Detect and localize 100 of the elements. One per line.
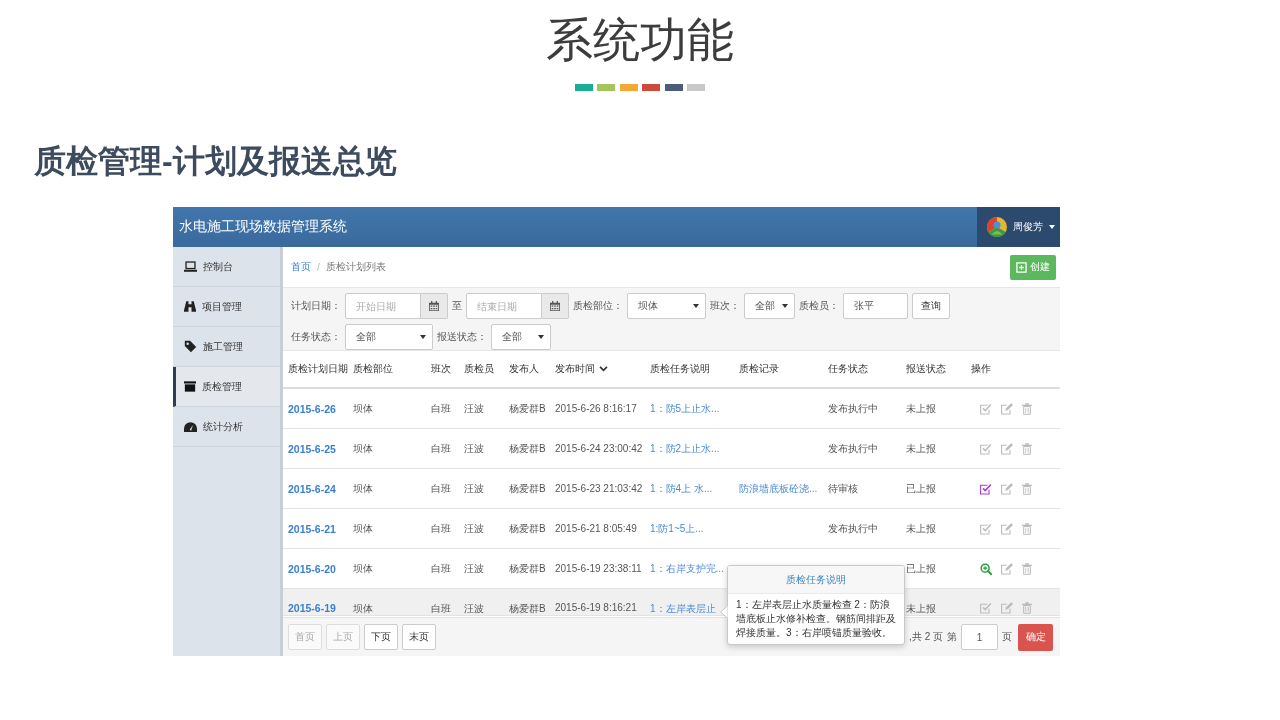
caret-icon xyxy=(420,335,426,339)
edit-icon[interactable] xyxy=(1001,522,1013,535)
table-cell: 已上报 xyxy=(906,481,936,496)
table-cell: 坝体 xyxy=(353,481,373,496)
table-cell: 坝体 xyxy=(353,602,373,616)
edit-icon[interactable] xyxy=(1001,402,1013,415)
trash-icon[interactable] xyxy=(1022,482,1032,495)
trash-icon[interactable] xyxy=(1022,522,1032,535)
breadcrumb-separator: / xyxy=(317,261,320,273)
dropdown[interactable]: 全部 xyxy=(744,293,795,319)
table-cell: 已上报 xyxy=(906,561,936,576)
date-link[interactable]: 2015-6-19 xyxy=(288,602,336,614)
popover-title: 质检任务说明 xyxy=(728,566,904,594)
trash-icon[interactable] xyxy=(1022,442,1032,455)
check-square-icon[interactable] xyxy=(980,442,992,455)
query-button[interactable]: 查询 xyxy=(912,293,950,319)
dropdown[interactable]: 全部 xyxy=(491,324,551,350)
breadcrumb-link[interactable]: 首页 xyxy=(291,260,311,274)
check-square-icon[interactable] xyxy=(980,522,992,535)
page-button[interactable]: 末页 xyxy=(402,624,436,650)
zoom-in-icon[interactable] xyxy=(980,562,992,575)
sidebar-item[interactable]: 统计分析 xyxy=(173,407,280,447)
table-cell: 坝体 xyxy=(353,561,373,576)
table-cell: 白班 xyxy=(431,602,451,616)
table-cell: 坝体 xyxy=(353,441,373,456)
calendar-icon xyxy=(429,301,439,311)
page-button[interactable]: 下页 xyxy=(364,624,398,650)
task-link[interactable]: 1：防5上止水... xyxy=(650,401,720,416)
column-header: 质检任务说明 xyxy=(650,362,710,376)
edit-icon[interactable] xyxy=(1001,482,1013,495)
calendar-button[interactable] xyxy=(421,293,448,319)
task-link[interactable]: 1:防1~5上... xyxy=(650,521,704,536)
table-cell: 杨爱群B xyxy=(509,441,546,456)
table-cell: 2015-6-23 21:03:42 xyxy=(555,483,643,494)
create-button[interactable]: 创建 xyxy=(1010,254,1056,280)
task-link[interactable]: 1：左岸表层止 xyxy=(650,602,716,616)
dropdown[interactable]: 坝体 xyxy=(627,293,706,319)
sidebar-item[interactable]: 项目管理 xyxy=(173,287,280,327)
date-link[interactable]: 2015-6-20 xyxy=(288,562,336,575)
caret-icon xyxy=(693,304,699,308)
slide-subtitle: 质检管理-计划及报送总览 xyxy=(34,143,397,179)
check-square-icon[interactable] xyxy=(980,402,992,415)
trash-icon[interactable] xyxy=(1022,562,1032,575)
record-link[interactable]: 防浪墙底板砼浇... xyxy=(739,481,818,496)
table-cell: 2015-6-24 23:00:42 xyxy=(555,443,643,454)
task-link[interactable]: 1：右岸支护完... xyxy=(650,561,724,576)
check-square-icon[interactable] xyxy=(980,602,992,614)
breadcrumb-current: 质检计划列表 xyxy=(325,260,386,274)
trash-icon[interactable] xyxy=(1022,602,1032,614)
date-link[interactable]: 2015-6-21 xyxy=(288,522,336,535)
table-cell: 未上报 xyxy=(906,441,936,456)
page-input[interactable]: 1 xyxy=(961,624,998,650)
column-header: 质检计划日期 xyxy=(288,362,348,376)
column-header: 操作 xyxy=(971,362,991,376)
confirm-button[interactable]: 确定 xyxy=(1018,623,1053,651)
column-header: 质检部位 xyxy=(353,362,393,376)
task-link[interactable]: 1：防2上止水... xyxy=(650,441,720,456)
table-cell: 2015-6-19 8:16:21 xyxy=(555,602,637,613)
archive-icon xyxy=(184,381,196,392)
chevron-down-icon[interactable] xyxy=(599,366,608,372)
table-cell: 汪波 xyxy=(464,602,484,616)
field-label: 报送状态： xyxy=(437,330,487,344)
dropdown[interactable]: 全部 xyxy=(345,324,433,350)
edit-icon[interactable] xyxy=(1001,562,1013,575)
column-header: 发布时间 xyxy=(555,362,595,376)
table-cell: 白班 xyxy=(431,401,451,416)
date-input[interactable]: 结束日期 xyxy=(466,293,542,319)
calendar-button[interactable] xyxy=(542,293,569,319)
column-header: 报送状态 xyxy=(906,362,946,376)
table-cell: 杨爱群B xyxy=(509,401,546,416)
edit-icon[interactable] xyxy=(1001,602,1013,614)
table-cell: 汪波 xyxy=(464,481,484,496)
edit-icon[interactable] xyxy=(1001,442,1013,455)
date-link[interactable]: 2015-6-26 xyxy=(288,402,336,415)
table-cell: 2015-6-26 8:16:17 xyxy=(555,403,637,414)
calendar-icon xyxy=(550,301,560,311)
task-link[interactable]: 1：防4上 水... xyxy=(650,481,713,496)
table-cell: 发布执行中 xyxy=(828,441,878,456)
table-cell: 汪波 xyxy=(464,561,484,576)
table-cell: 2015-6-19 23:38:11 xyxy=(555,563,642,574)
caret-icon xyxy=(538,335,544,339)
avatar-icon xyxy=(987,217,1007,237)
caret-icon xyxy=(1049,225,1055,229)
date-link[interactable]: 2015-6-25 xyxy=(288,442,336,455)
slide-title: 系统功能 xyxy=(546,12,734,68)
sidebar-item[interactable]: 质检管理 xyxy=(173,367,280,407)
caret-icon xyxy=(782,304,788,308)
date-input[interactable]: 开始日期 xyxy=(345,293,421,319)
trash-icon[interactable] xyxy=(1022,402,1032,415)
field-label: 班次： xyxy=(710,299,740,313)
table-cell: 白班 xyxy=(431,441,451,456)
check-square-icon[interactable] xyxy=(980,482,992,495)
sidebar-item[interactable]: 控制台 xyxy=(173,247,280,287)
column-header: 质检记录 xyxy=(739,362,779,376)
text-input[interactable]: 张平 xyxy=(843,293,908,319)
laptop-icon xyxy=(184,261,197,272)
column-header: 质检员 xyxy=(464,362,494,376)
table-cell: 发布执行中 xyxy=(828,401,878,416)
date-link[interactable]: 2015-6-24 xyxy=(288,482,336,495)
user-menu[interactable]: 周俊芳 xyxy=(977,207,1060,247)
